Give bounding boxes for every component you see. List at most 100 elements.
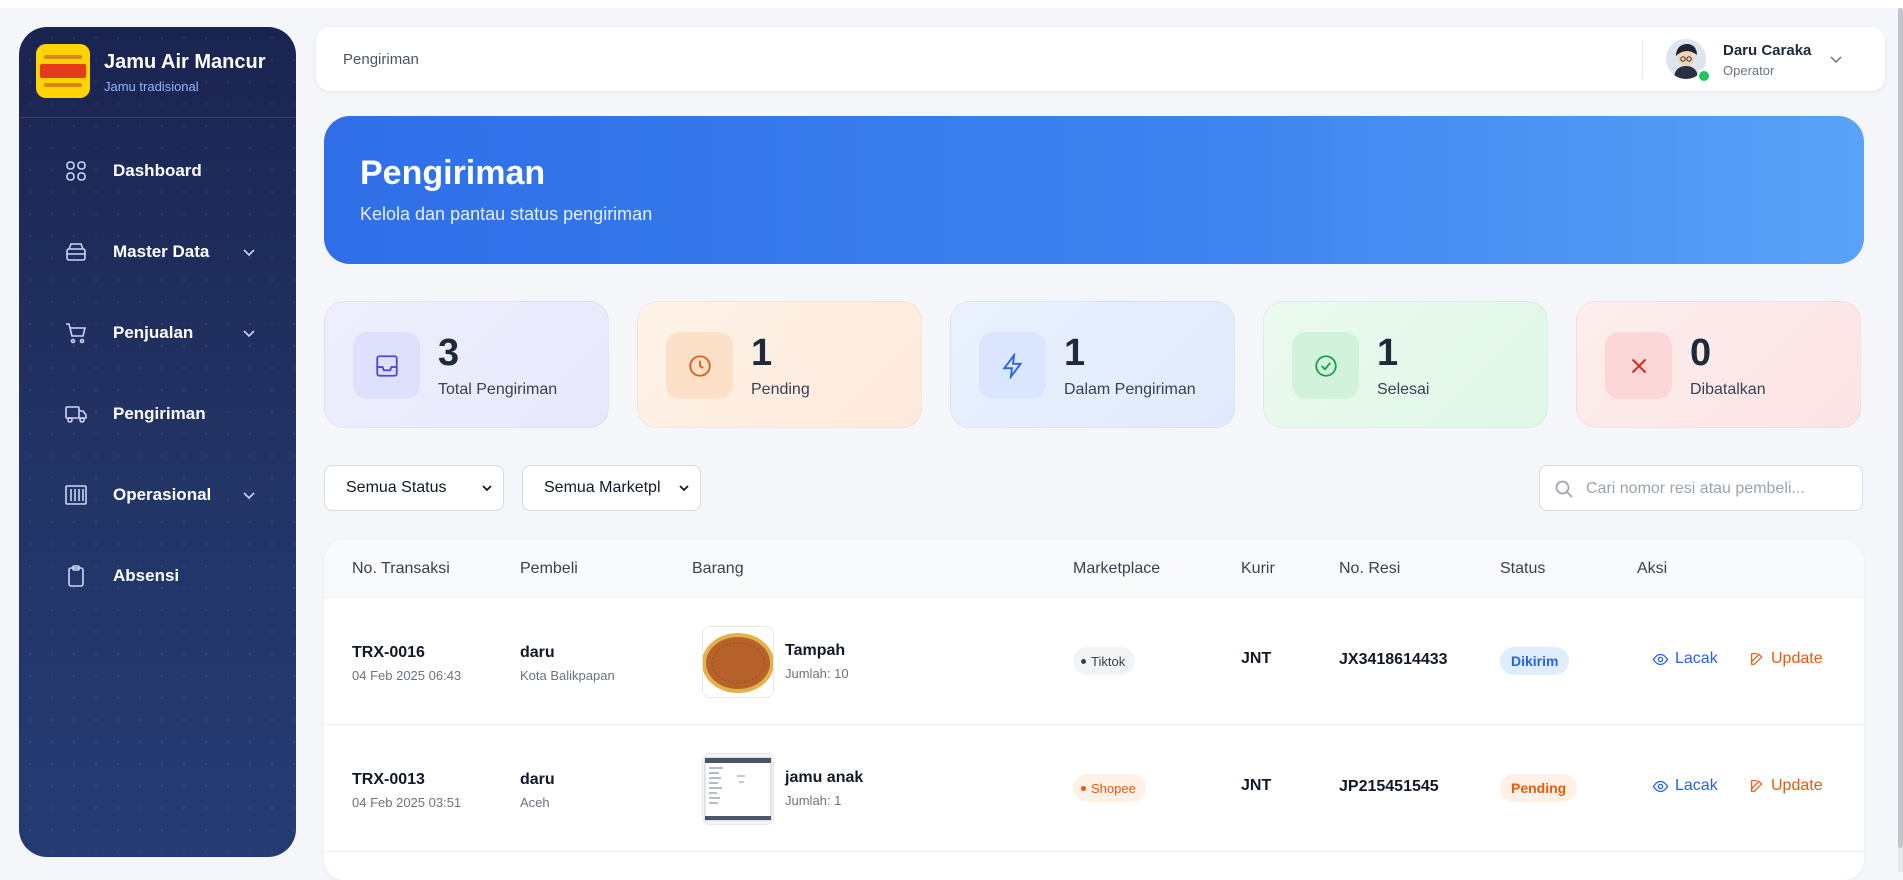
app-logo[interactable] — [36, 44, 90, 98]
stat-icon-box — [666, 332, 733, 399]
breadcrumb[interactable]: Pengiriman — [343, 51, 419, 68]
table-row[interactable] — [324, 851, 1864, 880]
scrollbar-thumb[interactable] — [1898, 8, 1903, 848]
transaction-date: 04 Feb 2025 06:43 — [352, 668, 462, 683]
update-label: Update — [1771, 650, 1823, 667]
chevron-down-icon — [243, 249, 255, 257]
marketplace-label: Tiktok — [1091, 653, 1126, 669]
search-box[interactable] — [1539, 465, 1863, 512]
online-status-dot — [1697, 69, 1711, 83]
stat-label: Dibatalkan — [1690, 381, 1766, 398]
status-badge: Pending — [1500, 774, 1578, 802]
sidebar-item-operasional[interactable]: Operasional — [19, 465, 296, 525]
stat-label: Selesai — [1377, 381, 1430, 398]
sidebar-item-label: Master Data — [113, 242, 210, 261]
column-header: Status — [1500, 560, 1546, 577]
stat-icon-box — [979, 332, 1046, 399]
brand: Jamu Air Mancur Jamu tradisional — [19, 27, 296, 118]
product-thumbnail — [702, 753, 774, 825]
status-filter-select[interactable]: Semua Status — [324, 465, 504, 511]
transaction-id[interactable]: TRX-0016 — [352, 644, 425, 662]
item-quantity: Jumlah: 1 — [785, 793, 842, 808]
status-filter-value: Semua Status — [346, 479, 447, 496]
marketplace-badge: Shopee — [1073, 774, 1146, 802]
table-row[interactable]: TRX-0016 04 Feb 2025 06:43 daru Kota Bal… — [324, 597, 1864, 725]
status-label: Dikirim — [1511, 653, 1559, 669]
buyer-city: Aceh — [520, 795, 550, 810]
stat-value: 1 — [1377, 332, 1399, 374]
user-role: Operator — [1723, 63, 1775, 78]
track-button[interactable]: Lacak — [1652, 650, 1718, 668]
header-divider — [1642, 40, 1643, 78]
column-header: No. Transaksi — [352, 560, 450, 577]
hero-banner: Pengiriman Kelola dan pantau status peng… — [324, 116, 1864, 264]
eye-icon — [1652, 653, 1669, 665]
chevron-down-icon[interactable] — [1828, 51, 1844, 67]
search-icon — [1555, 480, 1573, 498]
stat-label: Dalam Pengiriman — [1064, 381, 1196, 398]
sidebar-item-pengiriman[interactable]: Pengiriman — [19, 384, 296, 444]
transaction-date: 04 Feb 2025 03:51 — [352, 795, 462, 810]
edit-icon — [1751, 780, 1763, 792]
user-name[interactable]: Daru Caraka — [1723, 42, 1811, 59]
top-strip — [0, 0, 1903, 8]
column-header: Kurir — [1241, 560, 1275, 577]
stat-card-total: 3 Total Pengiriman — [324, 301, 609, 428]
badge-dot — [1081, 658, 1086, 664]
update-label: Update — [1771, 777, 1823, 794]
stat-value: 1 — [751, 332, 773, 374]
stat-icon-box — [353, 332, 420, 399]
stat-value: 3 — [438, 332, 460, 374]
check-circle-icon — [1314, 354, 1337, 377]
column-header: Aksi — [1637, 560, 1668, 577]
cart-icon — [66, 323, 87, 344]
app-subtitle: Jamu tradisional — [104, 79, 199, 94]
tracking-number: JX3418614433 — [1339, 651, 1448, 668]
buyer-name: daru — [520, 644, 555, 661]
track-label: Lacak — [1675, 650, 1718, 667]
columns-icon — [65, 485, 87, 505]
sidebar-item-penjualan[interactable]: Penjualan — [19, 303, 296, 363]
sidebar-item-label: Absensi — [113, 566, 180, 585]
marketplace-badge: Tiktok — [1073, 647, 1136, 675]
edit-icon — [1751, 653, 1763, 665]
page-title: Pengiriman — [360, 154, 546, 192]
track-label: Lacak — [1675, 777, 1718, 794]
app-name: Jamu Air Mancur — [104, 51, 266, 73]
table-header: No. Transaksi Pembeli Barang Marketplace… — [324, 540, 1864, 597]
status-label: Pending — [1511, 780, 1567, 796]
sidebar-item-label: Penjualan — [113, 323, 194, 342]
item-name: Tampah — [785, 642, 846, 659]
status-badge: Dikirim — [1500, 647, 1570, 675]
stat-label: Total Pengiriman — [438, 381, 558, 398]
sidebar-item-label: Operasional — [113, 485, 212, 504]
truck-icon — [65, 406, 87, 423]
chevron-down-icon — [679, 485, 689, 492]
marketplace-label: Shopee — [1091, 780, 1136, 796]
stat-value: 1 — [1064, 332, 1086, 374]
buyer-name: daru — [520, 771, 555, 788]
sidebar-item-master-data[interactable]: Master Data — [19, 222, 296, 282]
stat-label: Pending — [751, 381, 810, 398]
database-icon — [66, 243, 86, 261]
clock-icon — [688, 354, 711, 377]
page-subtitle: Kelola dan pantau status pengiriman — [360, 204, 653, 224]
search-input[interactable] — [1584, 466, 1858, 512]
table-row[interactable]: TRX-0013 04 Feb 2025 03:51 daru Aceh jam… — [324, 724, 1864, 852]
sidebar: Jamu Air Mancur Jamu tradisional Dashboa… — [19, 27, 296, 857]
marketplace-filter-select[interactable]: Semua Marketpl — [522, 465, 701, 511]
update-button[interactable]: Update — [1749, 777, 1823, 795]
sidebar-item-label: Dashboard — [113, 161, 202, 180]
update-button[interactable]: Update — [1749, 650, 1823, 668]
stat-icon-box — [1605, 332, 1672, 399]
track-button[interactable]: Lacak — [1652, 777, 1718, 795]
sidebar-item-absensi[interactable]: Absensi — [19, 546, 296, 606]
column-header: Pembeli — [520, 560, 578, 577]
sidebar-item-dashboard[interactable]: Dashboard — [19, 141, 296, 201]
stat-card-cancelled: 0 Dibatalkan — [1576, 301, 1861, 428]
stat-value: 0 — [1690, 332, 1712, 374]
marketplace-filter-value: Semua Marketpl — [544, 479, 661, 496]
transaction-id[interactable]: TRX-0013 — [352, 771, 425, 789]
courier: JNT — [1241, 777, 1272, 794]
column-header: Marketplace — [1073, 560, 1161, 577]
